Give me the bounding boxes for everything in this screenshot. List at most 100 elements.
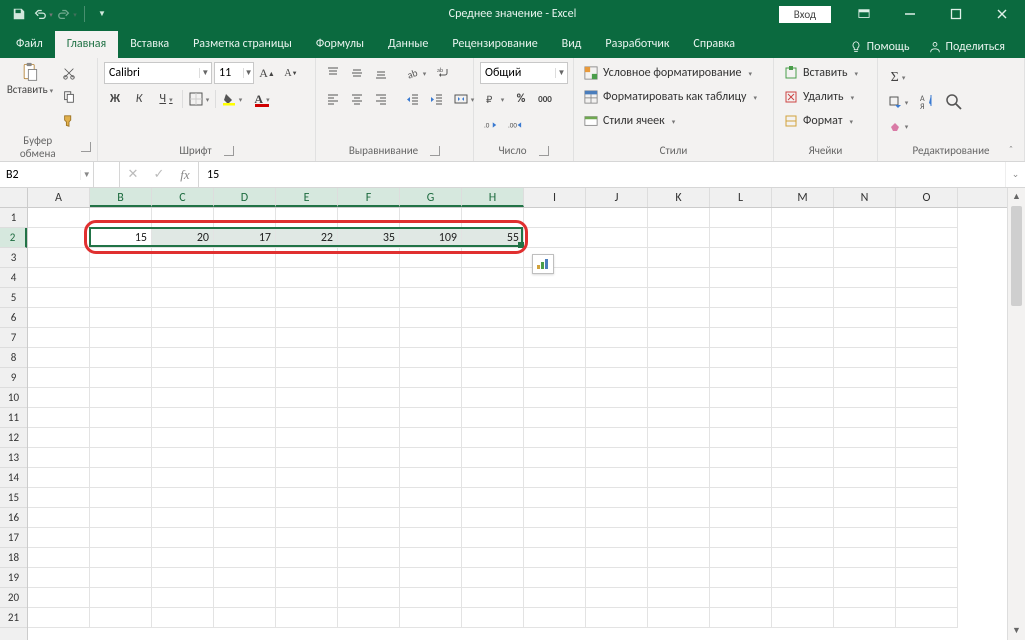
cell[interactable] bbox=[648, 368, 710, 388]
clear-icon[interactable] bbox=[884, 115, 912, 137]
row-header[interactable]: 10 bbox=[0, 388, 27, 408]
cell[interactable] bbox=[400, 328, 462, 348]
cell[interactable] bbox=[710, 548, 772, 568]
cell[interactable] bbox=[834, 368, 896, 388]
cell[interactable] bbox=[90, 568, 152, 588]
row-header[interactable]: 19 bbox=[0, 568, 27, 588]
cell[interactable] bbox=[648, 288, 710, 308]
cell[interactable] bbox=[586, 448, 648, 468]
cell[interactable] bbox=[524, 568, 586, 588]
cell[interactable] bbox=[834, 488, 896, 508]
cell[interactable] bbox=[648, 328, 710, 348]
cell[interactable] bbox=[28, 608, 90, 628]
cell[interactable] bbox=[338, 288, 400, 308]
cell[interactable] bbox=[462, 388, 524, 408]
cell[interactable] bbox=[462, 588, 524, 608]
number-format-input[interactable] bbox=[481, 66, 555, 80]
cell[interactable] bbox=[400, 308, 462, 328]
cell[interactable] bbox=[896, 488, 958, 508]
redo-icon[interactable] bbox=[56, 3, 78, 25]
tab-file[interactable]: Файл bbox=[4, 31, 55, 58]
scroll-thumb[interactable] bbox=[1011, 206, 1022, 306]
borders-icon[interactable] bbox=[185, 88, 213, 110]
font-color-icon[interactable]: A bbox=[248, 88, 276, 110]
cell[interactable] bbox=[28, 348, 90, 368]
cell[interactable] bbox=[276, 548, 338, 568]
cell[interactable] bbox=[586, 568, 648, 588]
cancel-formula-icon[interactable]: ✕ bbox=[120, 167, 146, 182]
cell[interactable] bbox=[772, 288, 834, 308]
vertical-scrollbar[interactable]: ▲ ▼ bbox=[1007, 188, 1025, 640]
cell[interactable] bbox=[28, 508, 90, 528]
decrease-font-icon[interactable]: A▼ bbox=[280, 62, 302, 84]
cell[interactable] bbox=[90, 248, 152, 268]
alignment-launcher-icon[interactable] bbox=[430, 146, 440, 156]
cell[interactable] bbox=[772, 368, 834, 388]
cell[interactable] bbox=[90, 268, 152, 288]
cell[interactable] bbox=[834, 408, 896, 428]
row-header[interactable]: 13 bbox=[0, 448, 27, 468]
cell[interactable] bbox=[400, 268, 462, 288]
row-header[interactable]: 2 bbox=[0, 228, 27, 248]
cell[interactable] bbox=[338, 568, 400, 588]
cell[interactable] bbox=[28, 408, 90, 428]
cell[interactable] bbox=[710, 488, 772, 508]
decrease-indent-icon[interactable] bbox=[402, 88, 424, 110]
cell[interactable] bbox=[834, 388, 896, 408]
cell[interactable] bbox=[214, 388, 276, 408]
cell[interactable] bbox=[214, 448, 276, 468]
cell[interactable] bbox=[524, 428, 586, 448]
fill-icon[interactable] bbox=[884, 91, 912, 113]
cell[interactable] bbox=[896, 568, 958, 588]
cell[interactable] bbox=[338, 308, 400, 328]
cell[interactable] bbox=[834, 228, 896, 248]
cell[interactable] bbox=[214, 268, 276, 288]
cell[interactable] bbox=[152, 328, 214, 348]
cell[interactable] bbox=[214, 368, 276, 388]
orientation-icon[interactable]: ab bbox=[402, 62, 430, 84]
cell[interactable] bbox=[214, 308, 276, 328]
cell[interactable] bbox=[896, 528, 958, 548]
cell[interactable] bbox=[400, 388, 462, 408]
cell[interactable] bbox=[710, 408, 772, 428]
chevron-down-icon[interactable]: ▼ bbox=[199, 68, 211, 78]
cell[interactable] bbox=[772, 448, 834, 468]
cell[interactable] bbox=[28, 268, 90, 288]
cell[interactable] bbox=[276, 248, 338, 268]
cell[interactable] bbox=[152, 468, 214, 488]
cell[interactable] bbox=[276, 448, 338, 468]
cell[interactable] bbox=[90, 308, 152, 328]
cell[interactable] bbox=[276, 328, 338, 348]
cell[interactable] bbox=[152, 568, 214, 588]
column-header[interactable]: G bbox=[400, 188, 462, 207]
cell[interactable] bbox=[338, 468, 400, 488]
cell[interactable] bbox=[214, 588, 276, 608]
number-format-combo[interactable]: ▼ bbox=[480, 62, 568, 84]
cell[interactable] bbox=[90, 448, 152, 468]
cell[interactable] bbox=[648, 408, 710, 428]
cell[interactable] bbox=[462, 468, 524, 488]
cell[interactable] bbox=[338, 428, 400, 448]
cell[interactable] bbox=[648, 448, 710, 468]
cell[interactable] bbox=[28, 248, 90, 268]
cell[interactable] bbox=[28, 448, 90, 468]
cell[interactable] bbox=[710, 308, 772, 328]
number-launcher-icon[interactable] bbox=[539, 146, 549, 156]
fx-icon[interactable]: fx bbox=[172, 167, 198, 183]
cell[interactable] bbox=[152, 428, 214, 448]
font-name-combo[interactable]: ▼ bbox=[104, 62, 212, 84]
tab-developer[interactable]: Разработчик bbox=[593, 31, 681, 58]
tab-view[interactable]: Вид bbox=[550, 31, 594, 58]
cell[interactable] bbox=[586, 348, 648, 368]
cell[interactable] bbox=[462, 348, 524, 368]
row-header[interactable]: 11 bbox=[0, 408, 27, 428]
cell[interactable] bbox=[834, 428, 896, 448]
cell[interactable]: 35 bbox=[338, 228, 400, 248]
cell[interactable] bbox=[152, 388, 214, 408]
cell[interactable] bbox=[462, 288, 524, 308]
cell[interactable] bbox=[896, 348, 958, 368]
wrap-text-icon[interactable]: ab bbox=[432, 62, 454, 84]
cell[interactable] bbox=[338, 588, 400, 608]
cell[interactable] bbox=[400, 508, 462, 528]
cell[interactable] bbox=[586, 308, 648, 328]
